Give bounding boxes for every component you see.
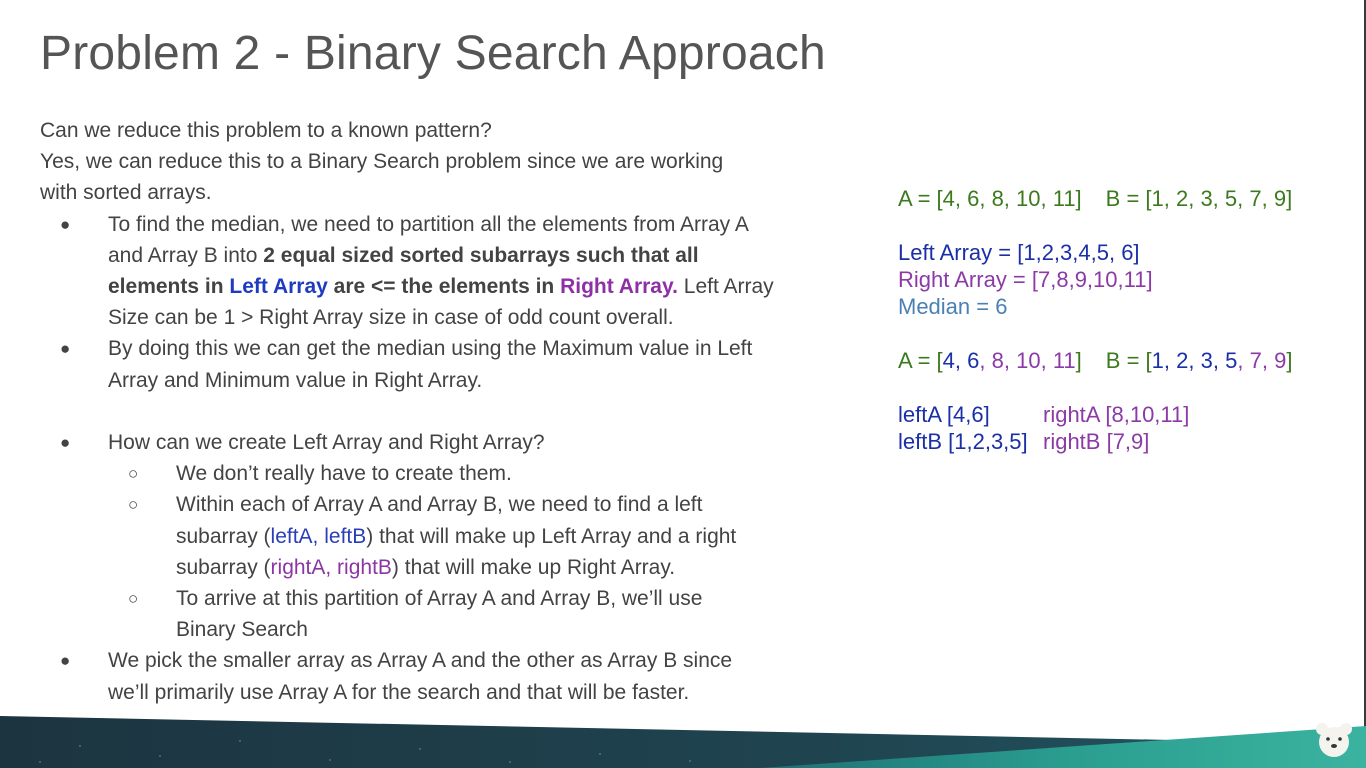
sub-bullet: ○ We don’t really have to create them.	[40, 458, 830, 489]
bullet-create: ● How can we create Left Array and Right…	[40, 427, 830, 458]
bullet-text: Array and Minimum value in Right Array.	[108, 368, 483, 392]
sub-bullet: ○ Within each of Array A and Array B, we…	[40, 489, 830, 583]
array-a-close: ]	[1075, 348, 1082, 373]
left-subarray-highlight: leftA, leftB	[270, 524, 367, 548]
left-array-highlight: Left Array	[229, 275, 328, 299]
sub-bullet: ○ To arrive at this partition of Array A…	[40, 583, 830, 645]
array-value: 3	[1200, 348, 1213, 373]
array-b: B = [1, 2, 3, 5, 7, 9]	[1105, 186, 1293, 211]
bullet-marker: ●	[60, 651, 71, 671]
sub-bullet-text: We don’t really have to create them.	[176, 462, 512, 486]
array-value: 5	[1225, 348, 1238, 373]
bullet-text: Left Array	[677, 275, 774, 299]
array-b-close: ]	[1286, 348, 1293, 373]
leftB-example: leftB [1,2,3,5]	[898, 429, 1028, 454]
bullet-text: How can we create Left Array and Right A…	[108, 431, 545, 455]
bullet-text: we’ll primarily use Array A for the sear…	[108, 680, 690, 704]
median-example: Median = 6	[898, 294, 1008, 319]
array-sep: ,	[1003, 348, 1017, 373]
sub-bullet-text: Binary Search	[176, 618, 308, 642]
array-value: 2	[1176, 348, 1189, 373]
bullet-text: Size can be 1 > Right Array size in case…	[108, 306, 674, 330]
sub-bullet-text: To arrive at this partition of Array A a…	[176, 587, 703, 611]
bold-text: are <= the elements in	[327, 275, 561, 299]
example-arrays: A = [4, 6, 8, 10, 11] B = [1, 2, 3, 5, 7,…	[898, 185, 1292, 212]
array-a: A = [4, 6, 8, 10, 11]	[898, 186, 1082, 211]
array-value: 7	[1249, 348, 1262, 373]
bullet-marker: ●	[60, 433, 71, 453]
array-value: 8	[991, 348, 1004, 373]
intro-line: with sorted arrays.	[40, 181, 212, 205]
bullet-text: To find the median, we need to partition…	[108, 212, 749, 236]
right-array-highlight: Right Array.	[560, 275, 678, 299]
array-value: 4	[942, 348, 955, 373]
right-array-example: Right Array = [7,8,9,10,11]	[898, 267, 1153, 292]
slide-body: Can we reduce this problem to a known pa…	[40, 115, 830, 708]
example-arrays-colored: A = [4, 6, 8, 10, 11] B = [1, 2, 3, 5, 7,…	[898, 347, 1292, 374]
array-value: 9	[1274, 348, 1287, 373]
footer-banner	[0, 716, 1366, 768]
intro-line: Can we reduce this problem to a known pa…	[40, 119, 492, 142]
bullet-median: ● By doing this we can get the median us…	[40, 333, 830, 395]
array-b-open: B = [	[1105, 348, 1152, 373]
array-sep: ,	[1163, 348, 1177, 373]
bullet-text: We pick the smaller array as Array A and…	[108, 649, 733, 673]
sub-bullet-text: ) that will make up Left Array and a rig…	[366, 524, 737, 548]
array-value: 1	[1151, 348, 1164, 373]
array-sep: ,	[1237, 348, 1250, 373]
bullet-marker: ●	[60, 214, 71, 234]
bullet-partition: ● To find the median, we need to partiti…	[40, 209, 830, 334]
array-sep: ,	[1212, 348, 1226, 373]
sub-bullet-marker: ○	[128, 495, 139, 515]
sub-bullet-text: ) that will make up Right Array.	[391, 555, 676, 579]
example-panel: A = [4, 6, 8, 10, 11] B = [1, 2, 3, 5, 7,…	[898, 185, 1292, 455]
array-sep: ,	[979, 348, 992, 373]
partition-a: leftA [4,6] rightA [8,10,11]	[898, 401, 1292, 428]
array-sep: ,	[1040, 348, 1053, 373]
array-value: 10	[1016, 348, 1041, 373]
array-sep: ,	[1261, 348, 1275, 373]
sub-bullet-text: subarray (	[176, 524, 271, 548]
sub-bullet-marker: ○	[128, 464, 139, 484]
intro-line: Yes, we can reduce this to a Binary Sear…	[40, 150, 724, 174]
sub-bullet-text: subarray (	[176, 555, 271, 579]
bold-text: 2 equal sized sorted subarrays such that…	[263, 243, 699, 267]
left-array-example: Left Array = [1,2,3,4,5, 6]	[898, 240, 1140, 265]
array-value: 11	[1052, 348, 1076, 373]
rightB-example: rightB [7,9]	[1043, 429, 1150, 454]
partition-b: leftB [1,2,3,5] rightB [7,9]	[898, 428, 1292, 455]
array-a-open: A = [	[898, 348, 943, 373]
bullet-text: and Array B into	[108, 243, 264, 267]
leftA-example: leftA [4,6]	[898, 402, 990, 427]
bullet-marker: ●	[60, 339, 71, 359]
slide: Problem 2 - Binary Search Approach Can w…	[0, 0, 1366, 768]
array-sep: ,	[954, 348, 968, 373]
bold-text: elements in	[108, 275, 230, 299]
array-sep: ,	[1188, 348, 1201, 373]
bear-logo-icon	[1316, 723, 1352, 757]
sub-bullet-text: Within each of Array A and Array B, we n…	[176, 493, 703, 517]
array-value: 6	[967, 348, 980, 373]
bullet-text: By doing this we can get the median usin…	[108, 337, 753, 361]
right-subarray-highlight: rightA, rightB	[270, 555, 392, 579]
bullet-smaller-array: ● We pick the smaller array as Array A a…	[40, 645, 830, 707]
slide-title: Problem 2 - Binary Search Approach	[40, 27, 826, 80]
sub-bullet-marker: ○	[128, 589, 139, 609]
rightA-example: rightA [8,10,11]	[1043, 402, 1190, 427]
